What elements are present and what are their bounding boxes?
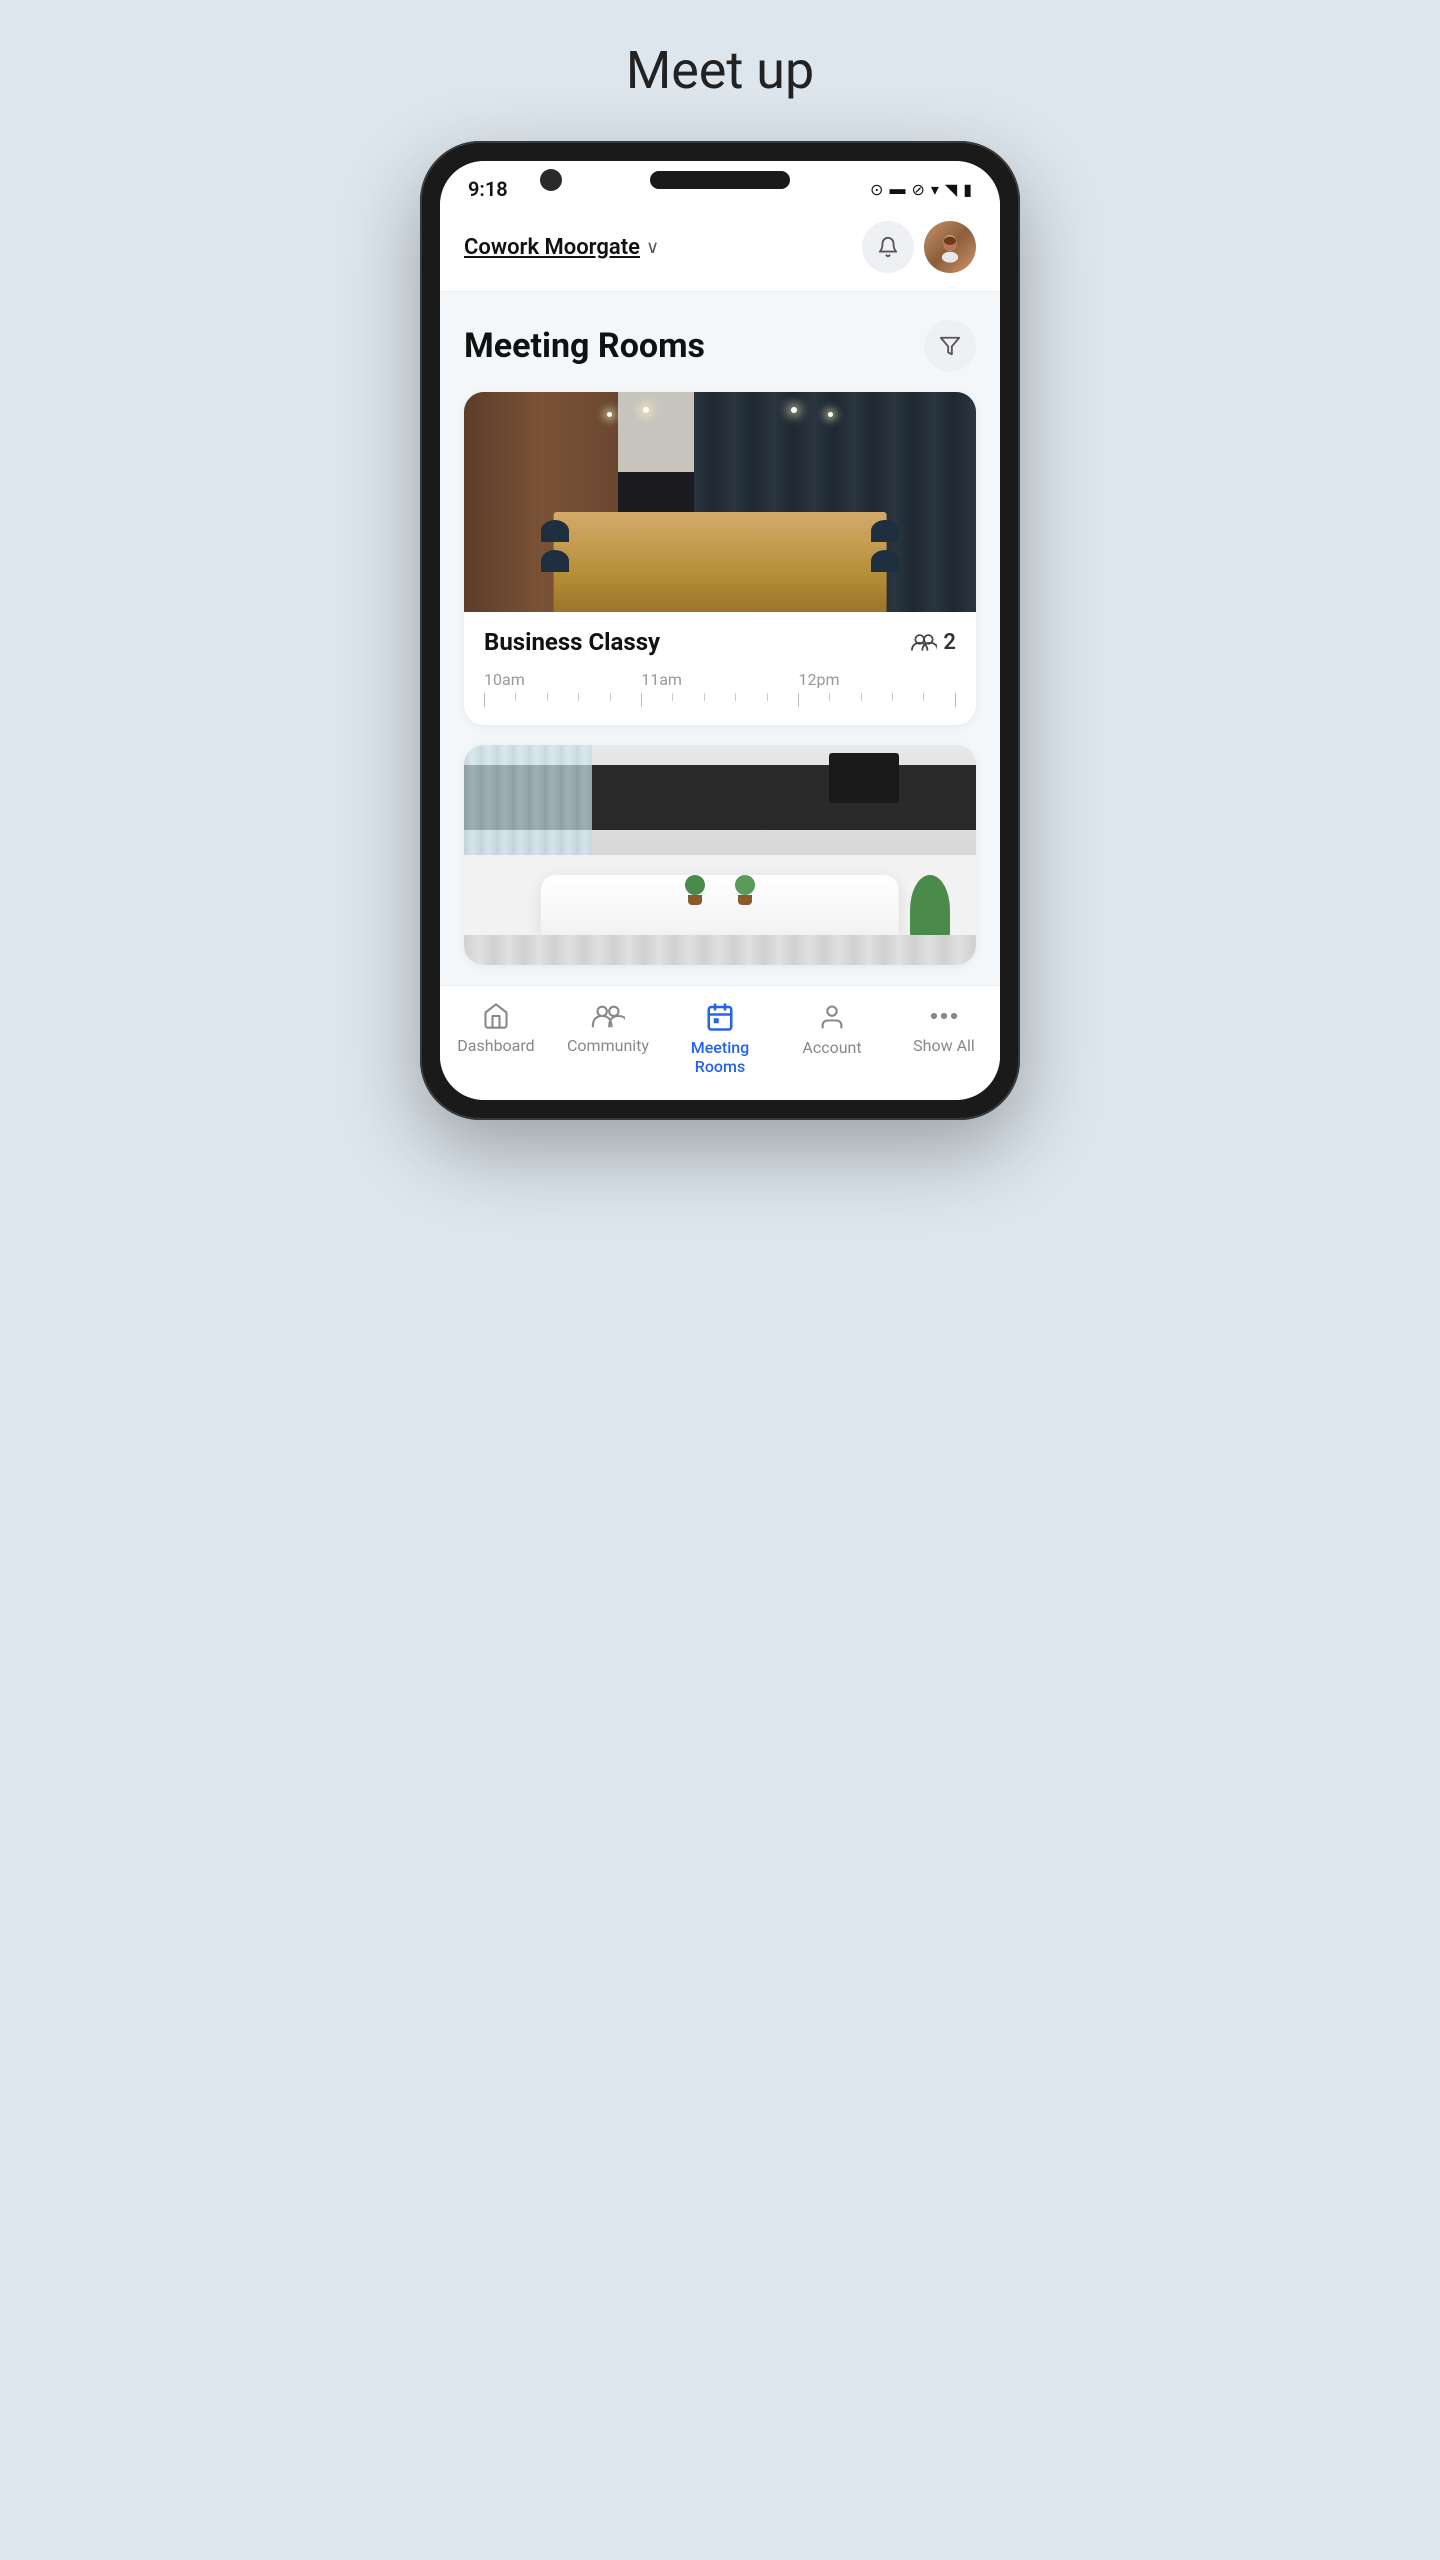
filter-button[interactable] — [924, 320, 976, 372]
battery-icon: ▮ — [963, 180, 972, 199]
time-1noon: 12pm — [798, 670, 839, 689]
nav-item-dashboard[interactable]: Dashboard — [440, 1002, 552, 1076]
room-image-1 — [464, 392, 976, 612]
sd-card-icon: ▬ — [889, 179, 905, 199]
community-icon — [591, 1002, 625, 1030]
capacity-count-1: 2 — [943, 630, 956, 655]
avatar-image — [933, 230, 967, 264]
time-ticks-1 — [484, 693, 956, 707]
time-slots-1: 10am 11am 12pm — [484, 666, 956, 707]
phone-frame: 9:18 ⊙ ▬ ⊘ ▾ ◥ ▮ Cowork Moorgate ∨ — [420, 141, 1020, 1120]
nav-label-community: Community — [567, 1036, 649, 1055]
notification-button[interactable] — [862, 221, 914, 273]
phone-screen: 9:18 ⊙ ▬ ⊘ ▾ ◥ ▮ Cowork Moorgate ∨ — [440, 161, 1000, 1100]
wifi-icon: ▾ — [931, 180, 939, 199]
room-image-2 — [464, 745, 976, 965]
room-card[interactable]: Business Classy 2 — [464, 392, 976, 725]
main-content: Meeting Rooms — [440, 292, 1000, 965]
top-bar-actions — [862, 221, 976, 273]
avatar-button[interactable] — [924, 221, 976, 273]
room-name-1: Business Classy — [484, 628, 660, 656]
app-title: Meet up — [626, 40, 814, 101]
time-labels-1: 10am 11am 12pm — [484, 670, 956, 689]
nav-item-community[interactable]: Community — [552, 1002, 664, 1076]
home-icon — [481, 1002, 511, 1030]
dots-icon — [929, 1002, 959, 1030]
bell-icon — [877, 236, 899, 258]
capacity-icon-1 — [911, 631, 937, 653]
room-info-1: Business Classy 2 — [464, 612, 976, 725]
nav-label-dashboard: Dashboard — [457, 1036, 534, 1055]
bottom-nav: Dashboard Community — [440, 985, 1000, 1100]
signal-icon: ◥ — [945, 180, 957, 199]
calendar-icon — [705, 1002, 735, 1032]
filter-icon — [939, 335, 961, 357]
room-card-2[interactable] — [464, 745, 976, 965]
phone-camera — [540, 169, 562, 191]
chevron-down-icon: ∨ — [646, 237, 659, 258]
account-icon — [818, 1002, 846, 1032]
app-icon-1: ⊙ — [870, 180, 883, 199]
status-icons: ⊙ ▬ ⊘ ▾ ◥ ▮ — [870, 179, 972, 199]
status-bar: 9:18 ⊙ ▬ ⊘ ▾ ◥ ▮ — [440, 161, 1000, 209]
section-header: Meeting Rooms — [464, 320, 976, 372]
avatar — [924, 221, 976, 273]
nav-item-meeting-rooms[interactable]: MeetingRooms — [664, 1002, 776, 1076]
sync-icon: ⊘ — [911, 180, 924, 199]
location-selector[interactable]: Cowork Moorgate ∨ — [464, 235, 659, 260]
room-name-row-1: Business Classy 2 — [484, 628, 956, 656]
nav-label-meeting-rooms: MeetingRooms — [691, 1038, 750, 1076]
time-1am: 10am — [484, 670, 525, 689]
nav-item-account[interactable]: Account — [776, 1002, 888, 1076]
section-title: Meeting Rooms — [464, 326, 705, 366]
room-capacity-1: 2 — [911, 630, 956, 655]
status-time: 9:18 — [468, 177, 508, 201]
location-name[interactable]: Cowork Moorgate — [464, 235, 640, 260]
time-1pm: 11am — [641, 670, 682, 689]
nav-item-show-all[interactable]: Show All — [888, 1002, 1000, 1076]
nav-label-show-all: Show All — [913, 1036, 975, 1055]
top-bar: Cowork Moorgate ∨ — [440, 209, 1000, 292]
nav-label-account: Account — [802, 1038, 861, 1057]
